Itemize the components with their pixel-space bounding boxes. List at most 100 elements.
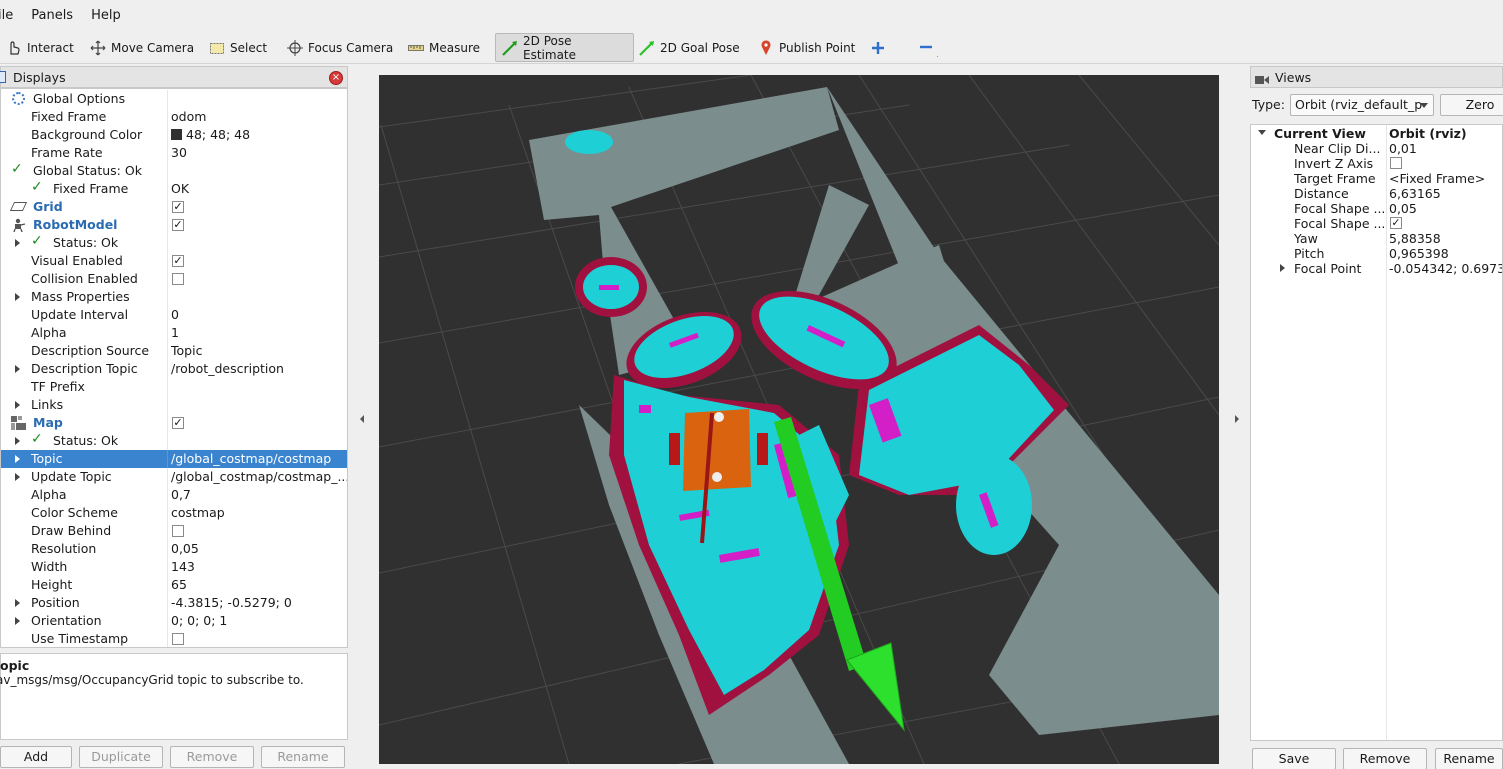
render-viewport[interactable]	[379, 75, 1219, 764]
tree-row-background-color[interactable]: Background Color 48; 48; 48	[1, 126, 347, 144]
tree-row-position[interactable]: Position -4.3815; -0.5279; 0	[1, 594, 347, 612]
pose-estimate-tool[interactable]: 2D Pose Estimate	[495, 33, 634, 62]
expand-arrow-icon[interactable]	[15, 599, 20, 607]
scene-canvas[interactable]	[379, 75, 1219, 764]
expanded-arrow-icon[interactable]	[1258, 130, 1266, 135]
prop-pitch[interactable]: Pitch 0,965398	[1251, 246, 1502, 261]
prop-yaw[interactable]: Yaw 5,88358	[1251, 231, 1502, 246]
row-value[interactable]: Topic	[171, 342, 202, 360]
draw-behind-checkbox[interactable]	[172, 525, 184, 537]
grid-enabled-checkbox[interactable]: ✓	[172, 201, 184, 213]
tree-row-frame-rate[interactable]: Frame Rate 30	[1, 144, 347, 162]
tree-row-description-topic[interactable]: Description Topic /robot_description	[1, 360, 347, 378]
row-value[interactable]: 0,01	[1389, 141, 1417, 156]
tree-row-topic[interactable]: Topic /global_costmap/costmap	[1, 450, 347, 468]
tree-row-grid[interactable]: Grid ✓	[1, 198, 347, 216]
row-value[interactable]: 0,7	[171, 486, 191, 504]
row-value[interactable]: costmap	[171, 504, 225, 522]
tree-row-fixed-frame[interactable]: Fixed Frame odom	[1, 108, 347, 126]
measure-tool[interactable]: Measure	[402, 33, 486, 62]
duplicate-button[interactable]: Duplicate	[79, 746, 163, 768]
remove-view-button[interactable]: Remove	[1343, 748, 1427, 769]
tree-row-robotmodel-status[interactable]: ✓ Status: Ok	[1, 233, 347, 252]
expand-arrow-icon[interactable]	[15, 239, 20, 247]
collision-enabled-checkbox[interactable]	[172, 273, 184, 285]
expand-arrow-icon[interactable]	[15, 473, 20, 481]
row-value[interactable]: odom	[171, 108, 206, 126]
row-value[interactable]: <Fixed Frame>	[1389, 171, 1485, 186]
tree-row-robotmodel[interactable]: RobotModel ✓	[1, 216, 347, 234]
tree-row-mass-properties[interactable]: Mass Properties	[1, 288, 347, 306]
view-type-select[interactable]: Orbit (rviz_default_p	[1290, 94, 1434, 116]
tree-row-fixed-frame-status[interactable]: ✓ Fixed Frame OK	[1, 179, 347, 198]
tree-row-map-status[interactable]: ✓ Status: Ok	[1, 431, 347, 450]
expand-arrow-icon[interactable]	[15, 365, 20, 373]
rename-button[interactable]: Rename	[261, 746, 345, 768]
tree-row-map-alpha[interactable]: Alpha 0,7	[1, 486, 347, 504]
expand-arrow-icon[interactable]	[15, 401, 20, 409]
tree-row-color-scheme[interactable]: Color Scheme costmap	[1, 504, 347, 522]
expand-arrow-icon[interactable]	[15, 437, 20, 445]
prop-invert-z[interactable]: Invert Z Axis	[1251, 156, 1502, 171]
row-value[interactable]: 0,05	[1389, 201, 1417, 216]
close-icon[interactable]: ×	[329, 71, 343, 85]
row-value[interactable]: 0	[171, 306, 179, 324]
prop-focal-shape-fixed[interactable]: Focal Shape ... ✓	[1251, 216, 1502, 231]
tree-row-update-topic[interactable]: Update Topic /global_costmap/costmap_...	[1, 468, 347, 486]
tree-row-collision-enabled[interactable]: Collision Enabled	[1, 270, 347, 288]
menu-help[interactable]: Help	[91, 8, 121, 23]
save-view-button[interactable]: Save	[1252, 748, 1336, 769]
zero-button[interactable]: Zero	[1440, 94, 1503, 116]
focal-shape-checkbox[interactable]: ✓	[1390, 217, 1402, 229]
tree-row-update-interval[interactable]: Update Interval 0	[1, 306, 347, 324]
tree-row-use-timestamp[interactable]: Use Timestamp	[1, 630, 347, 647]
invert-z-checkbox[interactable]	[1390, 157, 1402, 169]
row-value[interactable]: -0.054342; 0.6973...	[1389, 261, 1502, 276]
tree-row-orientation[interactable]: Orientation 0; 0; 0; 1	[1, 612, 347, 630]
current-view-row[interactable]: Current View Orbit (rviz)	[1251, 126, 1502, 141]
remove-tool-button[interactable]	[912, 33, 945, 62]
color-value[interactable]: 48; 48; 48	[171, 126, 250, 144]
remove-button[interactable]: Remove	[170, 746, 254, 768]
tree-row-visual-enabled[interactable]: Visual Enabled ✓	[1, 252, 347, 270]
row-value[interactable]: 0,965398	[1389, 246, 1449, 261]
tree-row-links[interactable]: Links	[1, 396, 347, 414]
prop-distance[interactable]: Distance 6,63165	[1251, 186, 1502, 201]
tree-row-draw-behind[interactable]: Draw Behind	[1, 522, 347, 540]
collapse-right-arrow-icon[interactable]	[1235, 415, 1239, 423]
row-value[interactable]: /global_costmap/costmap_...	[171, 468, 347, 486]
move-camera-tool[interactable]: Move Camera	[84, 33, 200, 62]
tree-row-global-options[interactable]: Global Options	[1, 90, 347, 108]
goal-pose-tool[interactable]: 2D Goal Pose	[633, 33, 746, 62]
tree-row-global-status[interactable]: ✓ Global Status: Ok	[1, 161, 347, 180]
menu-file[interactable]: ile	[0, 8, 13, 23]
expand-arrow-icon[interactable]	[15, 617, 20, 625]
menu-panels[interactable]: Panels	[31, 8, 73, 23]
row-value[interactable]: 5,88358	[1389, 231, 1441, 246]
collapse-left-arrow-icon[interactable]	[360, 415, 364, 423]
row-value[interactable]: /robot_description	[171, 360, 284, 378]
add-tool-button[interactable]	[864, 33, 897, 62]
tree-row-resolution[interactable]: Resolution 0,05	[1, 540, 347, 558]
tree-row-tf-prefix[interactable]: TF Prefix	[1, 378, 347, 396]
row-value[interactable]: 6,63165	[1389, 186, 1441, 201]
select-tool[interactable]: Select	[203, 33, 273, 62]
robotmodel-enabled-checkbox[interactable]: ✓	[172, 219, 184, 231]
tree-row-width[interactable]: Width 143	[1, 558, 347, 576]
publish-point-tool[interactable]: Publish Point	[752, 33, 861, 62]
row-value[interactable]: 1	[171, 324, 179, 342]
expand-arrow-icon[interactable]	[1280, 264, 1285, 272]
prop-target-frame[interactable]: Target Frame <Fixed Frame>	[1251, 171, 1502, 186]
tree-row-alpha[interactable]: Alpha 1	[1, 324, 347, 342]
rename-view-button[interactable]: Rename	[1435, 748, 1503, 769]
expand-arrow-icon[interactable]	[15, 455, 20, 463]
expand-arrow-icon[interactable]	[15, 293, 20, 301]
row-value[interactable]: /global_costmap/costmap	[171, 450, 331, 468]
visual-enabled-checkbox[interactable]: ✓	[172, 255, 184, 267]
add-button[interactable]: Add	[0, 746, 72, 768]
interact-tool[interactable]: Interact	[0, 33, 80, 62]
tree-row-description-source[interactable]: Description Source Topic	[1, 342, 347, 360]
prop-focal-shape-size[interactable]: Focal Shape ... 0,05	[1251, 201, 1502, 216]
focus-camera-tool[interactable]: Focus Camera	[281, 33, 399, 62]
map-enabled-checkbox[interactable]: ✓	[172, 417, 184, 429]
